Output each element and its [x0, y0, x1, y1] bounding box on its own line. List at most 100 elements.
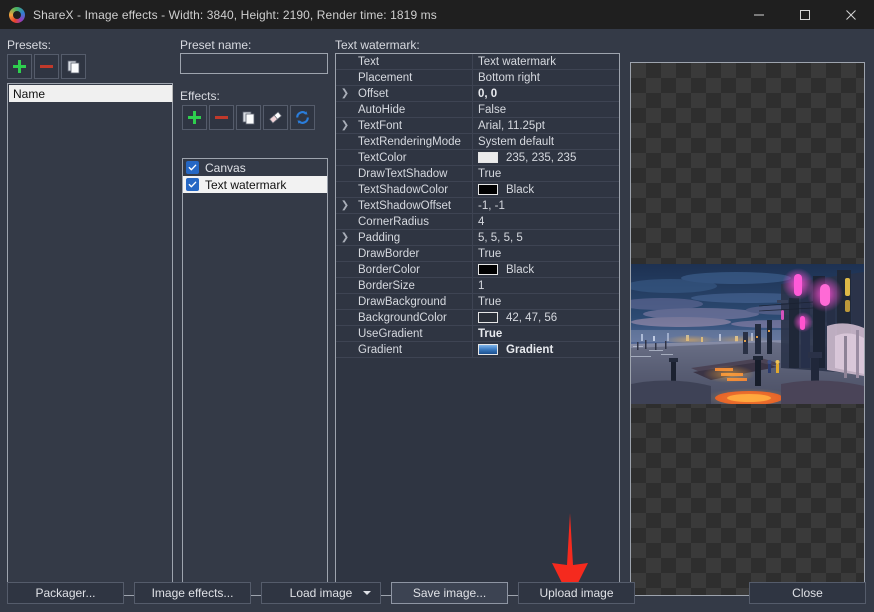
properties-label: Text watermark:	[335, 38, 420, 52]
property-row[interactable]: DrawBackgroundTrue	[336, 294, 619, 310]
color-swatch-icon	[478, 184, 498, 195]
property-row[interactable]: AutoHideFalse	[336, 102, 619, 118]
property-value[interactable]: True	[473, 326, 619, 342]
chevron-right-icon[interactable]: ❯	[336, 88, 354, 99]
effect-list-item-label: Text watermark	[205, 178, 286, 192]
property-row[interactable]: ❯TextShadowOffset-1, -1	[336, 198, 619, 214]
property-row[interactable]: CornerRadius4	[336, 214, 619, 230]
property-row[interactable]: BorderColorBlack	[336, 262, 619, 278]
property-value[interactable]: -1, -1	[473, 198, 619, 214]
image-preview[interactable]	[630, 62, 865, 596]
property-row[interactable]: TextRenderingModeSystem default	[336, 134, 619, 150]
chevron-right-icon[interactable]: ❯	[336, 232, 354, 243]
property-value[interactable]: False	[473, 102, 619, 118]
property-grid[interactable]: TextText watermarkPlacementBottom right❯…	[335, 53, 620, 596]
property-name: Text	[354, 54, 473, 70]
property-row[interactable]: PlacementBottom right	[336, 70, 619, 86]
property-value[interactable]: 235, 235, 235	[473, 150, 619, 166]
property-row[interactable]: TextText watermark	[336, 54, 619, 70]
property-name: DrawTextShadow	[354, 166, 473, 182]
presets-column-header-name[interactable]: Name	[9, 85, 173, 102]
property-value[interactable]: 42, 47, 56	[473, 310, 619, 326]
property-row[interactable]: ❯TextFontArial, 11.25pt	[336, 118, 619, 134]
checkbox-checked-icon[interactable]	[186, 161, 199, 174]
main-content: Presets: Name Preset name: Effects:	[0, 29, 874, 578]
presets-label: Presets:	[7, 38, 51, 52]
effects-list[interactable]: Canvas Text watermark	[182, 158, 328, 596]
property-value[interactable]: True	[473, 166, 619, 182]
property-value[interactable]: 5, 5, 5, 5	[473, 230, 619, 246]
property-value[interactable]: 1	[473, 278, 619, 294]
property-name: AutoHide	[354, 102, 473, 118]
effect-list-item-canvas[interactable]: Canvas	[183, 159, 327, 176]
property-value-text: Gradient	[506, 344, 553, 356]
property-value[interactable]: Arial, 11.25pt	[473, 118, 619, 134]
property-row[interactable]: TextShadowColorBlack	[336, 182, 619, 198]
preset-remove-button[interactable]	[34, 54, 59, 79]
effect-add-button[interactable]	[182, 105, 207, 130]
upload-image-button[interactable]: Upload image	[518, 582, 635, 604]
property-value[interactable]: True	[473, 246, 619, 262]
color-swatch-icon	[478, 344, 498, 355]
property-name: TextRenderingMode	[354, 134, 473, 150]
preset-duplicate-button[interactable]	[61, 54, 86, 79]
property-value[interactable]: Black	[473, 182, 619, 198]
property-row[interactable]: ❯Padding5, 5, 5, 5	[336, 230, 619, 246]
image-effects-button[interactable]: Image effects...	[134, 582, 251, 604]
effect-duplicate-button[interactable]	[236, 105, 261, 130]
property-row[interactable]: DrawBorderTrue	[336, 246, 619, 262]
chevron-right-icon[interactable]: ❯	[336, 200, 354, 211]
checkbox-checked-icon[interactable]	[186, 178, 199, 191]
property-value[interactable]: Black	[473, 262, 619, 278]
preset-add-button[interactable]	[7, 54, 32, 79]
property-value[interactable]: Bottom right	[473, 70, 619, 86]
color-swatch-icon	[478, 152, 498, 163]
property-row[interactable]: TextColor 235, 235, 235	[336, 150, 619, 166]
property-grid-rows: TextText watermarkPlacementBottom right❯…	[336, 54, 619, 358]
property-name: Offset	[354, 86, 473, 102]
save-image-button[interactable]: Save image...	[391, 582, 508, 604]
window-title: ShareX - Image effects - Width: 3840, He…	[33, 8, 437, 22]
property-value[interactable]: 0, 0	[473, 86, 619, 102]
load-image-label: Load image	[290, 586, 353, 600]
effect-list-item-label: Canvas	[205, 161, 246, 175]
effect-remove-button[interactable]	[209, 105, 234, 130]
chevron-right-icon[interactable]: ❯	[336, 120, 354, 131]
property-name: TextFont	[354, 118, 473, 134]
property-row[interactable]: UseGradientTrue	[336, 326, 619, 342]
load-image-button[interactable]: Load image	[261, 582, 381, 604]
property-name: Placement	[354, 70, 473, 86]
presets-list[interactable]: Name	[7, 83, 173, 596]
property-name: BackgroundColor	[354, 310, 473, 326]
effect-clear-button[interactable]	[263, 105, 288, 130]
property-row[interactable]: BackgroundColor42, 47, 56	[336, 310, 619, 326]
maximize-icon[interactable]	[782, 0, 828, 29]
property-value[interactable]: System default	[473, 134, 619, 150]
preset-name-input[interactable]	[180, 53, 328, 74]
property-row[interactable]: Gradient Gradient	[336, 342, 619, 358]
property-value[interactable]: True	[473, 294, 619, 310]
property-value[interactable]: 4	[473, 214, 619, 230]
minimize-icon[interactable]	[736, 0, 782, 29]
preset-name-label: Preset name:	[180, 38, 251, 52]
packager-button[interactable]: Packager...	[7, 582, 124, 604]
color-swatch-icon	[478, 312, 498, 323]
close-button[interactable]: Close	[749, 582, 866, 604]
property-name: Gradient	[354, 342, 473, 358]
effect-list-item-text-watermark[interactable]: Text watermark	[183, 176, 327, 193]
property-row[interactable]: BorderSize1	[336, 278, 619, 294]
property-value[interactable]: Gradient	[473, 342, 619, 358]
property-name: TextColor	[354, 150, 473, 166]
property-name: TextShadowColor	[354, 182, 473, 198]
property-value[interactable]: Text watermark	[473, 54, 619, 70]
chevron-down-icon[interactable]	[363, 591, 371, 595]
titlebar: ShareX - Image effects - Width: 3840, He…	[0, 0, 874, 29]
close-icon[interactable]	[828, 0, 874, 29]
bottom-button-bar: Packager... Image effects... Load image …	[0, 578, 874, 612]
property-row[interactable]: DrawTextShadowTrue	[336, 166, 619, 182]
property-row[interactable]: ❯Offset0, 0	[336, 86, 619, 102]
property-value-text: 235, 235, 235	[506, 152, 576, 164]
effects-label: Effects:	[180, 89, 220, 103]
effect-refresh-button[interactable]	[290, 105, 315, 130]
property-name: CornerRadius	[354, 214, 473, 230]
